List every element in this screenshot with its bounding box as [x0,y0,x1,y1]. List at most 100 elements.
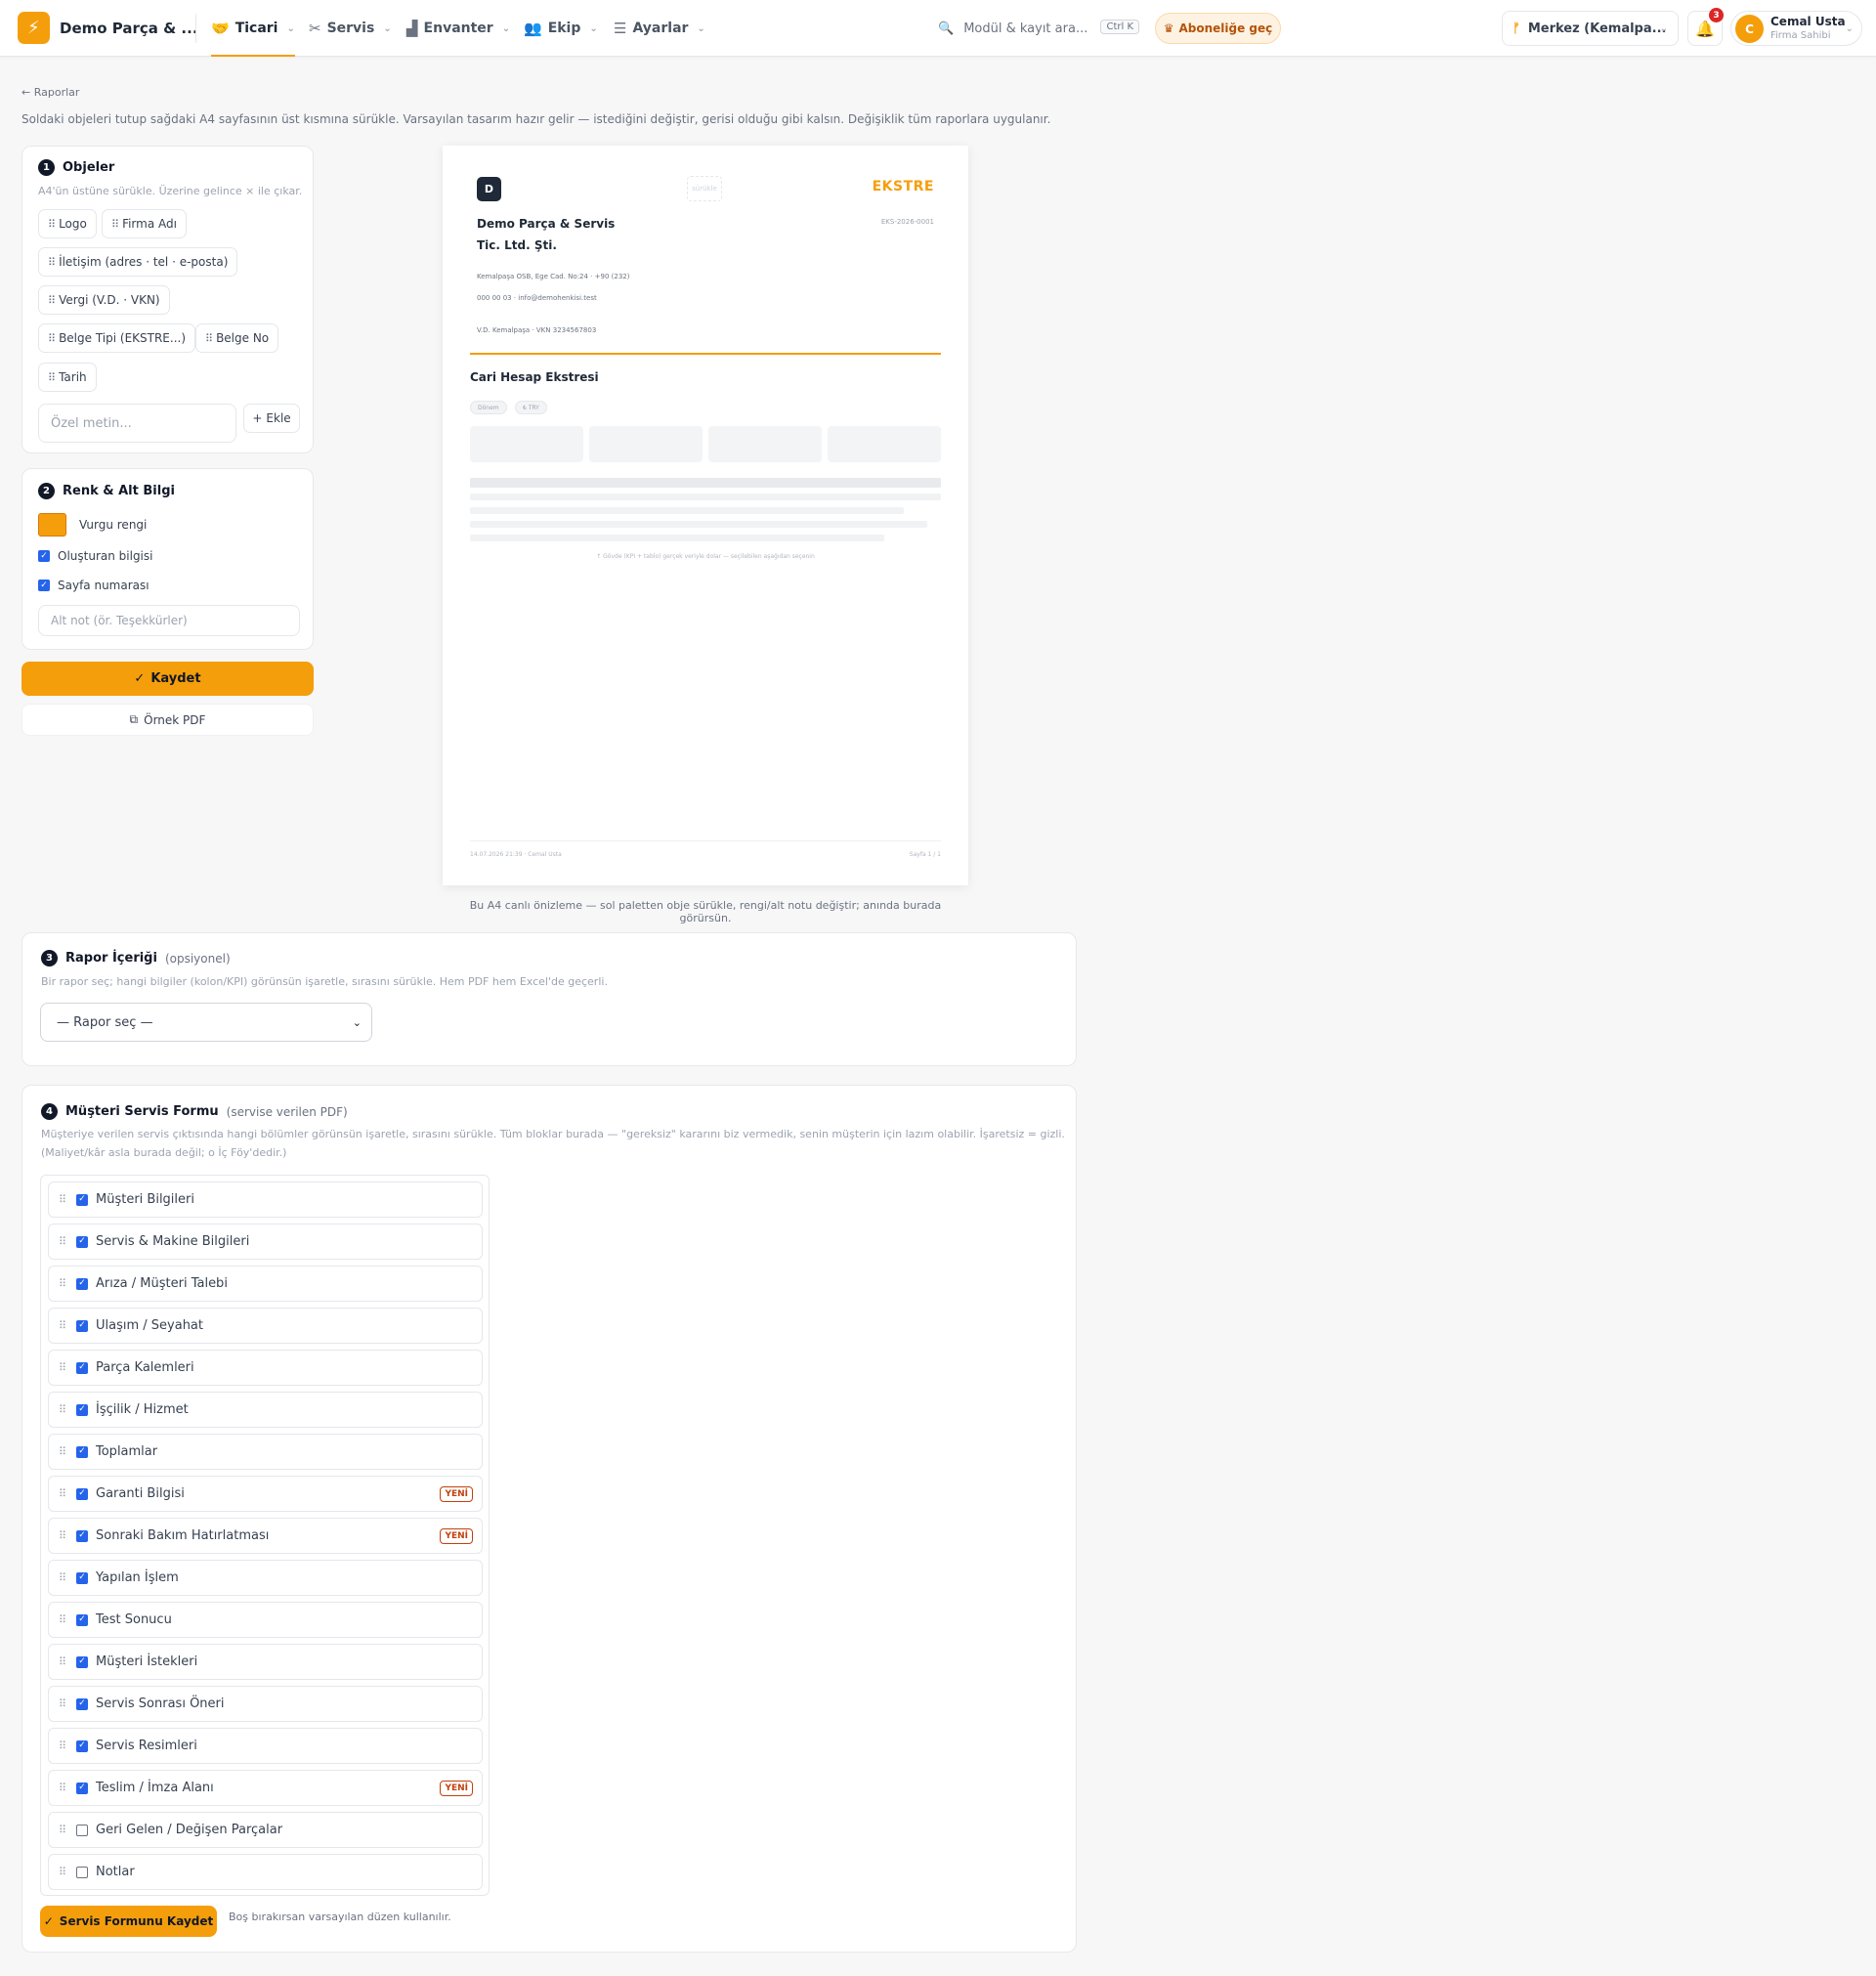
drag-handle-icon[interactable]: ⠿ [59,1319,70,1332]
handshake-icon: 🤝 [211,20,230,37]
checkbox-checked[interactable]: ✓ [76,1613,88,1626]
list-item[interactable]: ⠿ ✓ Test Sonucu [48,1602,483,1638]
list-item[interactable]: ⠿ ✓ Parça Kalemleri [48,1350,483,1386]
drag-handle-icon: ⠿ [48,331,57,345]
checkbox-checked[interactable]: ✓ [76,1319,88,1332]
object-chip-doc-type[interactable]: ⠿ Belge Tipi (EKSTRE...) [38,323,196,353]
accent-color-picker[interactable] [38,513,66,537]
preview-address[interactable]: Kemalpaşa OSB, Ege Cad. No:24 · +90 (232… [477,273,629,280]
subscribe-button[interactable]: ♛ Aboneliğe geç [1155,13,1281,44]
chevron-down-icon: ⌄ [1845,23,1854,34]
list-item[interactable]: ⠿ ✓ Müşteri Bilgileri [48,1181,483,1218]
object-chip-logo[interactable]: ⠿ Logo [38,209,97,238]
checkbox-checked[interactable]: ✓ [76,1655,88,1668]
report-select[interactable]: — Rapor seç — ⌄ [40,1003,372,1042]
nav-servis[interactable]: ✂ Servis ⌄ [309,0,392,57]
preview-table-header [470,478,941,488]
list-item[interactable]: ⠿ ✓ Arıza / Müşteri Talebi [48,1266,483,1302]
report-content-card: 3 Rapor İçeriği (opsiyonel) Bir rapor se… [21,932,1077,1066]
checkbox-checked[interactable]: ✓ [76,1277,88,1290]
drag-handle-icon[interactable]: ⠿ [59,1866,70,1878]
list-item[interactable]: ⠿ ✓ Yapılan İşlem [48,1560,483,1596]
custom-text-input[interactable]: Özel metin... [38,404,236,443]
branch-selector[interactable]: ᚠ Merkez (Kemalpa... ⌄ [1502,11,1679,46]
object-chip-contact[interactable]: ⠿ İletişim (adres · tel · e-posta) [38,247,238,277]
drag-handle-icon[interactable]: ⠿ [59,1571,70,1584]
card-hint: Müşteriye verilen servis çıktısında hang… [41,1128,1065,1140]
nav-envanter[interactable]: ▟ Envanter ⌄ [406,0,510,57]
drag-handle-icon[interactable]: ⠿ [59,1697,70,1710]
checkbox-unchecked[interactable] [76,1866,88,1878]
checkbox-unchecked[interactable] [76,1824,88,1836]
checkbox-checked[interactable]: ✓ [76,1529,88,1542]
back-link[interactable]: ← Raporlar [21,86,79,99]
preview-tax[interactable]: V.D. Kemalpaşa · VKN 3234567803 [477,326,596,334]
a4-preview[interactable]: D sürükle EKSTRE EKS-2026-0001 Demo Parç… [443,146,968,885]
preview-doc-type[interactable]: EKSTRE [873,179,934,194]
list-item[interactable]: ⠿ ✓ Toplamlar [48,1434,483,1470]
footer-note-input[interactable]: Alt not (ör. Teşekkürler) [38,605,300,636]
drag-handle-icon[interactable]: ⠿ [59,1740,70,1752]
drag-handle-icon[interactable]: ⠿ [59,1824,70,1836]
preview-footer-page: Sayfa 1 / 1 [909,851,941,858]
list-item[interactable]: ⠿ ✓ Ulaşım / Seyahat [48,1308,483,1344]
save-button[interactable]: ✓ Kaydet [21,662,314,696]
checkbox-checked[interactable]: ✓ [76,1403,88,1416]
drag-handle-icon[interactable]: ⠿ [59,1782,70,1794]
list-item[interactable]: ⠿ ✓ Garanti Bilgisi YENİ [48,1476,483,1512]
page-number-toggle[interactable]: ✓ Sayfa numarası [38,579,149,592]
nav-ticari[interactable]: 🤝 Ticari ⌄ [211,0,295,57]
object-chip-doc-no[interactable]: ⠿ Belge No [195,323,279,353]
preview-doc-no[interactable]: EKS-2026-0001 [881,218,934,226]
drag-handle-icon[interactable]: ⠿ [59,1193,70,1206]
drag-handle-icon[interactable]: ⠿ [59,1277,70,1290]
checkbox-checked[interactable]: ✓ [38,550,50,562]
drag-handle-icon[interactable]: ⠿ [59,1655,70,1668]
preview-company[interactable]: Demo Parça & Servis Tic. Ltd. Şti. [477,213,633,256]
checkbox-checked[interactable]: ✓ [76,1445,88,1458]
checkbox-checked[interactable]: ✓ [76,1740,88,1752]
object-chip-tax[interactable]: ⠿ Vergi (V.D. · VKN) [38,285,170,315]
list-item[interactable]: ⠿ Geri Gelen / Değişen Parçalar [48,1812,483,1848]
checkbox-checked[interactable]: ✓ [76,1193,88,1206]
list-item[interactable]: ⠿ ✓ Sonraki Bakım Hatırlatması YENİ [48,1518,483,1554]
save-service-form-button[interactable]: ✓ Servis Formunu Kaydet [40,1906,217,1937]
drop-slot[interactable]: sürükle [687,176,722,201]
creator-info-toggle[interactable]: ✓ Oluşturan bilgisi [38,549,152,563]
drag-handle-icon[interactable]: ⠿ [59,1235,70,1248]
checkbox-checked[interactable]: ✓ [76,1487,88,1500]
add-custom-text-button[interactable]: + Ekle [243,404,300,433]
sample-pdf-button[interactable]: ⧉ Örnek PDF [21,704,314,736]
object-chip-company[interactable]: ⠿ Firma Adı [102,209,187,238]
brand-name[interactable]: Demo Parça & ... [60,20,198,37]
chevron-down-icon: ⌄ [1659,22,1668,34]
drag-handle-icon[interactable]: ⠿ [59,1613,70,1626]
list-item[interactable]: ⠿ ✓ Servis Resimleri [48,1728,483,1764]
list-item[interactable]: ⠿ ✓ Servis Sonrası Öneri [48,1686,483,1722]
checkbox-checked[interactable]: ✓ [76,1235,88,1248]
checkbox-checked[interactable]: ✓ [76,1697,88,1710]
drag-handle-icon[interactable]: ⠿ [59,1403,70,1416]
nav-ekip[interactable]: 👥 Ekip ⌄ [524,0,598,57]
search-placeholder: Modül & kayıt ara... [963,21,1088,36]
nav-ayarlar[interactable]: ☰ Ayarlar ⌄ [614,0,705,57]
list-item[interactable]: ⠿ ✓ Teslim / İmza Alanı YENİ [48,1770,483,1806]
checkbox-checked[interactable]: ✓ [76,1571,88,1584]
app-logo[interactable]: ⚡ [18,12,50,44]
search-input[interactable]: 🔍 Modül & kayıt ara... Ctrl K [928,13,1139,44]
list-item[interactable]: ⠿ ✓ İşçilik / Hizmet [48,1392,483,1428]
checkbox-checked[interactable]: ✓ [76,1782,88,1794]
checkbox-checked[interactable]: ✓ [76,1361,88,1374]
preview-logo[interactable]: D [477,177,501,201]
drag-handle-icon[interactable]: ⠿ [59,1361,70,1374]
drag-handle-icon[interactable]: ⠿ [59,1529,70,1542]
list-item[interactable]: ⠿ ✓ Müşteri İstekleri [48,1644,483,1680]
user-menu[interactable]: C Cemal Usta Firma Sahibi ⌄ [1730,11,1862,46]
checkbox-checked[interactable]: ✓ [38,580,50,591]
drag-handle-icon[interactable]: ⠿ [59,1445,70,1458]
preview-phone-email[interactable]: 000 00 03 · info@demohenkisi.test [477,294,597,302]
drag-handle-icon[interactable]: ⠿ [59,1487,70,1500]
object-chip-date[interactable]: ⠿ Tarih [38,363,97,392]
list-item[interactable]: ⠿ ✓ Servis & Makine Bilgileri [48,1224,483,1260]
list-item[interactable]: ⠿ Notlar [48,1854,483,1890]
